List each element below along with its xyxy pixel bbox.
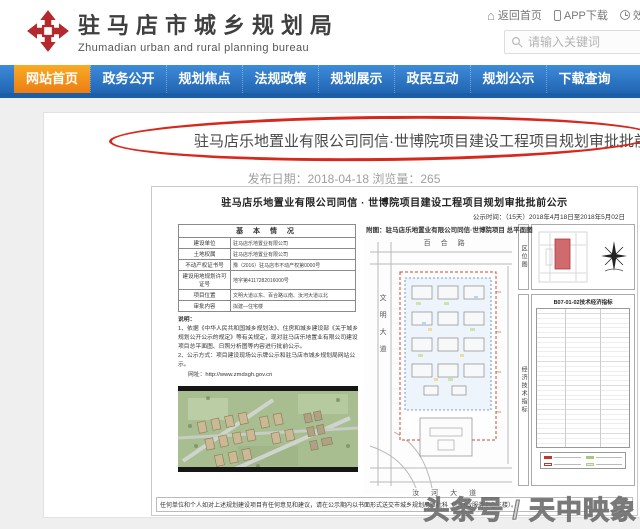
doc-notes: 说明： 1、依据《中华人民共和国城乡规划法》、住房和城乡建设部《关于城乡规划公开… [178, 316, 360, 380]
basic-info-table: 基 本 情 况 建设单位 驻马店乐地置业有限公司 土地权属 驻马店乐地置业有限公… [178, 224, 356, 312]
app-download-label: APP下载 [564, 7, 608, 23]
street-label-left: 文明大道 [377, 294, 387, 362]
search-input[interactable] [528, 35, 636, 49]
brand-block: 驻马店市城乡规划局 Zhumadian urban and rural plan… [78, 8, 339, 54]
doc-right-column: 区位图 [518, 224, 635, 506]
legend-item [586, 462, 622, 466]
legend-item [544, 455, 580, 459]
nav-item-planning-focus[interactable]: 规划焦点 [166, 65, 242, 93]
location-map-box [531, 224, 635, 290]
site-subtitle: Zhumadian urban and rural planning burea… [78, 42, 339, 54]
table-row: 不动产权证书号 豫（2016）驻马店市不动产权第0000号 [179, 260, 356, 271]
plan-legend [540, 452, 626, 469]
bureau-logo-icon [26, 9, 70, 53]
econ-indicators-table [536, 308, 630, 448]
compass-icon [600, 240, 628, 274]
table-row: 项目位置 文明大道以东、百合路以南、汝河大道以北 [179, 290, 356, 301]
legend-item [544, 462, 580, 466]
table-row: 建设单位 驻马店乐地置业有限公司 [179, 238, 356, 249]
nav-item-gov-disclosure[interactable]: 政务公开 [90, 65, 166, 93]
doc-middle-column: 附图：驻马店乐地置业有限公司同信·世博院项目 总平面图 [364, 224, 516, 506]
note-line-1: 1、依据《中华人民共和国城乡规划法》、住房和城乡建设部《关于城乡规划公开公示的规… [178, 325, 360, 352]
home-link[interactable]: ⌂ 返回首页 [487, 7, 542, 23]
legend-item [586, 455, 622, 459]
site-header: 驻马店市城乡规划局 Zhumadian urban and rural plan… [0, 0, 640, 65]
nav-item-planning-display[interactable]: 规划展示 [318, 65, 394, 93]
clock-icon [620, 10, 630, 20]
table-row: 建设用地规划许可证号 地字第4117282016000号 [179, 271, 356, 290]
nav-item-downloads[interactable]: 下载查询 [546, 65, 622, 93]
location-map-section: 区位图 [518, 224, 635, 290]
nav-item-regulations[interactable]: 法规政策 [242, 65, 318, 93]
doc-website: 网址：http://www.zmdsgh.gov.cn [178, 371, 360, 380]
search-icon [511, 36, 523, 48]
aerial-rendering-image [178, 386, 358, 472]
table-row: 土地权属 驻马店乐地置业有限公司 [179, 249, 356, 260]
doc-publicity-period: 公示时间：（15天）2018年4月18日至2018年5月02日 [152, 211, 637, 221]
nav-item-interaction[interactable]: 政民互动 [394, 65, 470, 93]
phone-icon [554, 10, 561, 21]
article-card: 驻马店乐地置业有限公司同信·世博院项目建设工程项目规划审批批前公示 发布日期：2… [43, 112, 640, 518]
econ-indicators-box: B07-01-02技术经济指标 [531, 294, 635, 486]
nav-item-home[interactable]: 网站首页 [14, 65, 90, 93]
attachment-caption: 附图：驻马店乐地置业有限公司同信·世博院项目 总平面图 [366, 224, 516, 234]
table-row: 审批内容 拟建—住宅楼 [179, 301, 356, 312]
doc-title: 驻马店乐地置业有限公司同信 · 世博院项目建设工程项目规划审批批前公示 [152, 194, 637, 209]
home-link-label: 返回首页 [498, 7, 542, 23]
home-icon: ⌂ [487, 10, 495, 21]
doc-footer-note: 任何单位和个人如对上述规划建设项目有任何意见和建议，请在公示期内以书面形式送交市… [156, 497, 633, 512]
quick-links: ⌂ 返回首页 APP下载 效 [487, 7, 640, 23]
truncated-link[interactable]: 效 [620, 7, 640, 23]
content-area: 驻马店乐地置业有限公司同信·世博院项目建设工程项目规划审批批前公示 发布日期：2… [0, 98, 640, 529]
nav-item-planning-notice[interactable]: 规划公示 [470, 65, 546, 93]
doc-columns: 基 本 情 况 建设单位 驻马店乐地置业有限公司 土地权属 驻马店乐地置业有限公… [178, 224, 635, 506]
econ-indicators-section: 经济技术指标 B07-01-02技术经济指标 [518, 294, 635, 486]
app-download-link[interactable]: APP下载 [554, 7, 608, 23]
econ-indicators-label: 经济技术指标 [518, 294, 529, 486]
notes-title: 说明： [178, 317, 195, 323]
basic-info-header: 基 本 情 况 [179, 225, 356, 238]
article-meta: 发布日期：2018-04-18 浏览量：265 [44, 170, 640, 187]
site-plan-drawing [364, 236, 514, 494]
location-map [538, 231, 588, 283]
doc-left-column: 基 本 情 况 建设单位 驻马店乐地置业有限公司 土地权属 驻马店乐地置业有限公… [178, 224, 362, 506]
search-box[interactable] [504, 30, 640, 54]
main-nav: 网站首页 政务公开 规划焦点 法规政策 规划展示 政民互动 规划公示 下载查询 [0, 65, 640, 93]
article-title: 驻马店乐地置业有限公司同信·世博院项目建设工程项目规划审批批前公示 [184, 130, 640, 151]
street-label-top: 百合路 [404, 238, 494, 248]
note-line-2: 2、公示方式：项目建设现场公示牌公示和驻马店市城乡规划局网站公示。 [178, 352, 360, 370]
econ-table-title: B07-01-02技术经济指标 [534, 298, 632, 306]
truncated-link-label: 效 [633, 7, 640, 23]
site-title: 驻马店市城乡规划局 [78, 8, 339, 40]
notice-document-image: 驻马店乐地置业有限公司同信 · 世博院项目建设工程项目规划审批批前公示 公示时间… [151, 186, 638, 516]
